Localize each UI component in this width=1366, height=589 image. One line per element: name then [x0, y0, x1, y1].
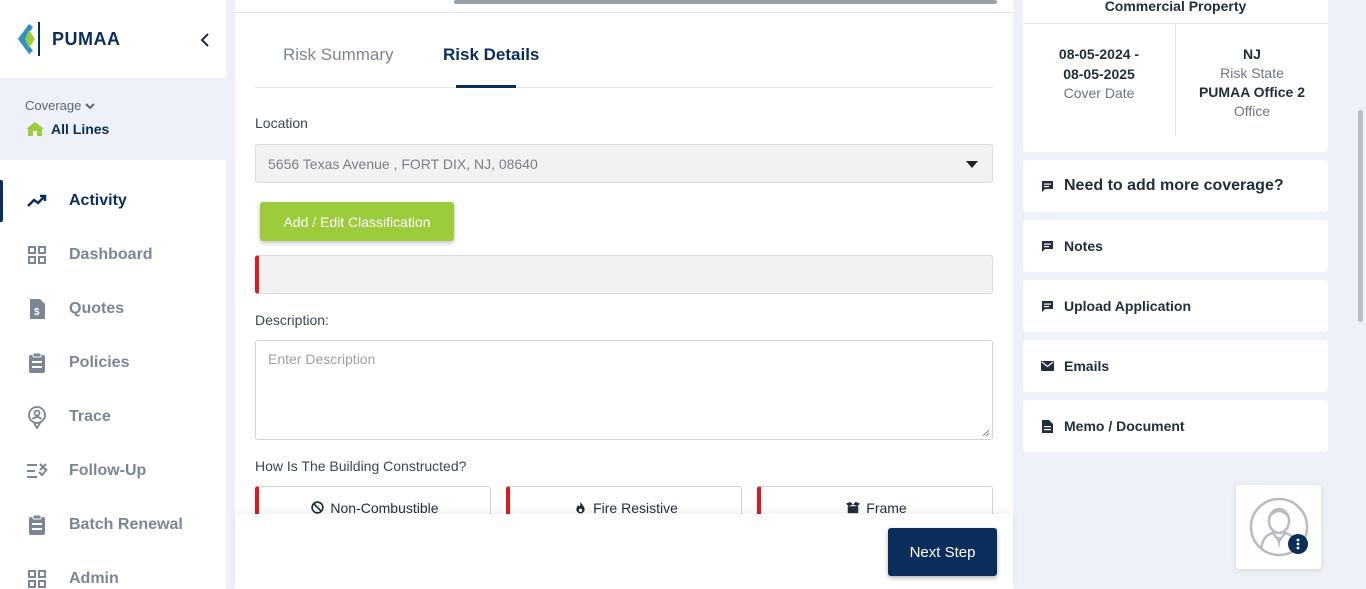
cover-date-block: 08-05-2024 - 08-05-2025 Cover Date	[1023, 44, 1175, 102]
description-textarea[interactable]: Enter Description	[255, 340, 993, 440]
document-icon	[1040, 419, 1054, 433]
side-action-label: Upload Application	[1064, 298, 1192, 314]
active-tab-indicator	[456, 85, 516, 88]
ban-icon	[310, 500, 324, 514]
logo-row: PUMAA	[0, 0, 226, 78]
sidebar-item-label: Trace	[69, 408, 111, 425]
trending-up-icon	[26, 190, 48, 212]
description-placeholder: Enter Description	[268, 351, 376, 367]
location-select[interactable]: 5656 Texas Avenue , FORT DIX, NJ, 08640	[255, 144, 993, 183]
tab-bar: Risk Summary Risk Details	[255, 13, 993, 88]
sidebar: PUMAA Coverage All Lines Activity Dashbo…	[0, 0, 226, 589]
pumaa-logo-icon	[16, 22, 44, 56]
more-options-icon[interactable]	[1288, 534, 1308, 554]
agent-avatar-button[interactable]	[1236, 485, 1321, 569]
collapse-sidebar-button[interactable]	[198, 30, 212, 50]
chat-icon	[1040, 239, 1054, 253]
sidebar-item-admin[interactable]: Admin	[0, 552, 226, 589]
state-office-block: NJ Risk State PUMAA Office 2 Office	[1176, 44, 1328, 120]
caret-down-icon	[966, 161, 978, 168]
dollar-file-icon: $	[26, 298, 48, 320]
clipboard-icon	[26, 352, 48, 374]
horizontal-scrollbar[interactable]	[454, 0, 997, 4]
cover-date-start: 08-05-2024 -	[1058, 46, 1140, 62]
chat-icon	[1040, 299, 1054, 313]
sidebar-nav: Activity Dashboard $ Quotes Policies Tra…	[0, 160, 226, 589]
next-step-button[interactable]: Next Step	[888, 528, 997, 576]
form-footer: Next Step	[235, 514, 1013, 589]
mail-icon	[1040, 359, 1054, 373]
svg-text:$: $	[34, 307, 40, 318]
policy-type-title: Commercial Property	[1104, 0, 1247, 14]
tab-risk-details[interactable]: Risk Details	[443, 45, 539, 65]
chevron-down-icon	[85, 102, 96, 109]
cover-date-caption: Cover Date	[1063, 85, 1135, 101]
tab-risk-summary[interactable]: Risk Summary	[283, 45, 394, 65]
location-person-icon	[26, 406, 48, 429]
risk-state-caption: Risk State	[1220, 65, 1284, 81]
office-value: PUMAA Office 2	[1198, 84, 1306, 100]
sidebar-item-label: Policies	[69, 354, 130, 371]
main-panel: Risk Summary Risk Details Location 5656 …	[235, 0, 1013, 589]
sidebar-item-label: Quotes	[69, 300, 125, 317]
resize-grip-icon[interactable]	[982, 429, 990, 437]
side-action-label: Notes	[1064, 238, 1103, 254]
sidebar-item-label: Batch Renewal	[69, 516, 183, 533]
classification-field[interactable]	[255, 255, 993, 294]
chevron-left-icon	[200, 33, 209, 47]
description-label: Description:	[255, 312, 329, 328]
coverage-label: Coverage	[25, 98, 82, 113]
risk-state-value: NJ	[1243, 46, 1261, 62]
coverage-value-row: All Lines	[25, 121, 226, 137]
notes-button[interactable]: Notes	[1023, 220, 1328, 272]
sidebar-item-policies[interactable]: Policies	[0, 336, 226, 390]
policy-info-card: Commercial Property 08-05-2024 - 08-05-2…	[1023, 0, 1328, 152]
sidebar-item-label: Dashboard	[69, 246, 153, 263]
location-label: Location	[255, 115, 308, 131]
chat-icon	[1040, 179, 1054, 193]
sidebar-item-trace[interactable]: Trace	[0, 390, 226, 444]
house-icon	[26, 122, 44, 136]
office-caption: Office	[1233, 103, 1271, 119]
sidebar-item-activity[interactable]: Activity	[0, 174, 226, 228]
cover-date-end: 08-05-2025	[1063, 66, 1135, 82]
top-strip	[235, 0, 1013, 13]
side-action-label: Need to add more coverage?	[1064, 177, 1284, 194]
clipboard-icon	[26, 514, 48, 536]
upload-application-button[interactable]: Upload Application	[1023, 280, 1328, 332]
sidebar-item-label: Admin	[69, 570, 119, 587]
emails-button[interactable]: Emails	[1023, 340, 1328, 392]
sidebar-item-dashboard[interactable]: Dashboard	[0, 228, 226, 282]
add-edit-classification-button[interactable]: Add / Edit Classification	[260, 202, 454, 241]
side-action-label: Emails	[1064, 358, 1110, 374]
sidebar-item-label: Activity	[69, 192, 127, 209]
add-more-coverage-button[interactable]: Need to add more coverage?	[1023, 160, 1328, 212]
sidebar-item-label: Follow-Up	[69, 462, 147, 479]
coverage-value: All Lines	[51, 121, 110, 137]
memo-document-button[interactable]: Memo / Document	[1023, 400, 1328, 452]
coverage-label-row: Coverage	[25, 98, 226, 113]
location-value: 5656 Texas Avenue , FORT DIX, NJ, 08640	[268, 155, 538, 172]
grid-icon	[26, 568, 48, 589]
box-icon	[846, 500, 861, 514]
fire-icon	[573, 500, 587, 514]
coverage-selector[interactable]: Coverage All Lines	[0, 78, 226, 160]
vertical-scrollbar[interactable]	[1358, 110, 1363, 322]
sidebar-item-follow-up[interactable]: Follow-Up	[0, 444, 226, 498]
grid-icon	[26, 244, 48, 266]
sidebar-item-quotes[interactable]: $ Quotes	[0, 282, 226, 336]
construction-question: How Is The Building Constructed?	[255, 458, 467, 474]
sidebar-item-batch-renewal[interactable]: Batch Renewal	[0, 498, 226, 552]
logo-text: PUMAA	[52, 28, 121, 49]
side-action-label: Memo / Document	[1064, 418, 1185, 434]
checklist-icon	[26, 460, 48, 482]
